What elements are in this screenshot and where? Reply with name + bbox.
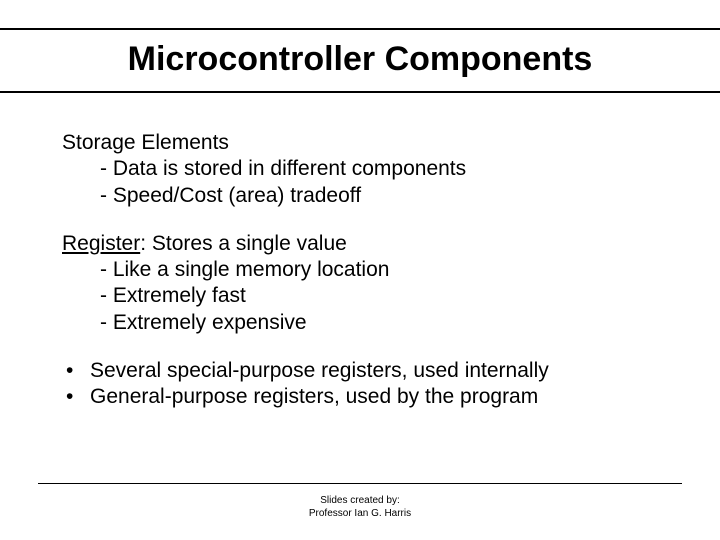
- storage-elements-block: Storage Elements - Data is stored in dif…: [62, 130, 670, 209]
- footer-line-2: Professor Ian G. Harris: [0, 508, 720, 521]
- bullet-block: Several special-purpose registers, used …: [62, 358, 670, 411]
- register-heading-line: Register: Stores a single value: [62, 231, 670, 257]
- register-after-term: : Stores a single value: [140, 232, 347, 255]
- bullet-item-1: Several special-purpose registers, used …: [62, 358, 670, 384]
- storage-elements-item-2: - Speed/Cost (area) tradeoff: [62, 183, 670, 209]
- register-block: Register: Stores a single value - Like a…: [62, 231, 670, 336]
- slide-title: Microcontroller Components: [0, 40, 720, 79]
- bullet-list: Several special-purpose registers, used …: [62, 358, 670, 411]
- slide: Microcontroller Components Storage Eleme…: [0, 0, 720, 540]
- register-item-2: - Extremely fast: [62, 283, 670, 309]
- register-item-1: - Like a single memory location: [62, 257, 670, 283]
- footer-divider: [38, 483, 682, 484]
- register-item-3: - Extremely expensive: [62, 310, 670, 336]
- storage-elements-heading: Storage Elements: [62, 130, 670, 156]
- title-band: Microcontroller Components: [0, 28, 720, 93]
- content-area: Storage Elements - Data is stored in dif…: [62, 130, 670, 410]
- register-term: Register: [62, 232, 140, 255]
- storage-elements-item-1: - Data is stored in different components: [62, 156, 670, 182]
- footer-line-1: Slides created by:: [0, 495, 720, 508]
- footer: Slides created by: Professor Ian G. Harr…: [0, 495, 720, 520]
- bullet-item-2: General-purpose registers, used by the p…: [62, 384, 670, 410]
